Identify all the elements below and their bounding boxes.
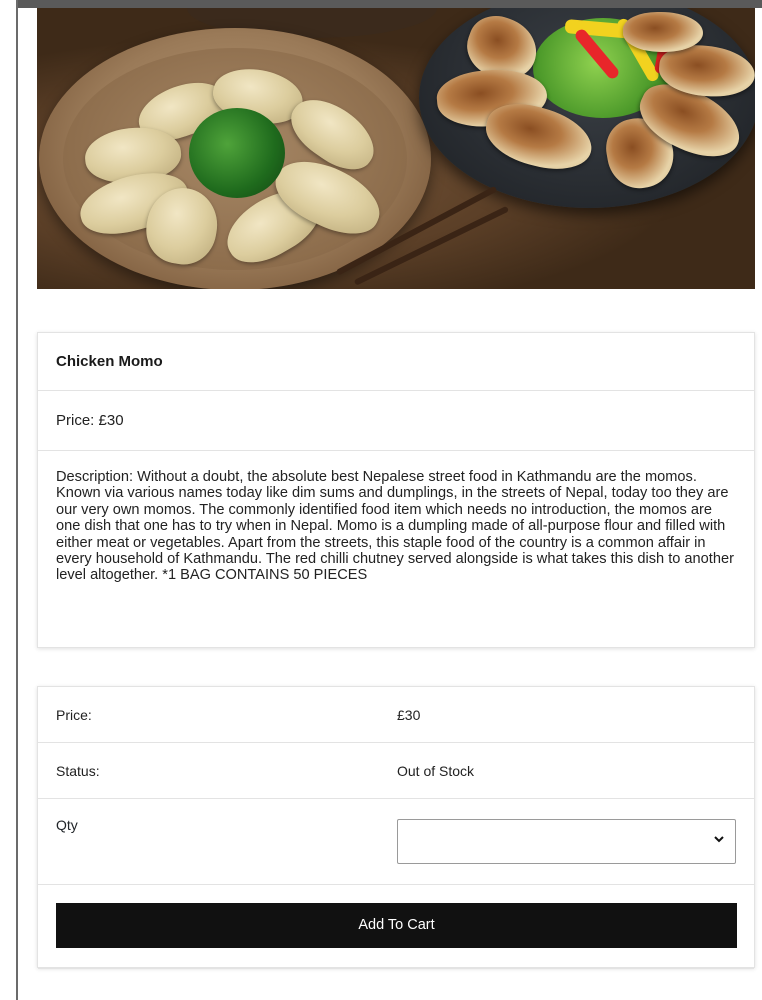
product-price-row: Price: £30: [38, 391, 754, 451]
product-description: Description: Without a doubt, the absolu…: [56, 469, 734, 584]
product-title: Chicken Momo: [56, 353, 163, 370]
cart-price-value: £30: [397, 707, 421, 723]
cart-status-label: Status:: [56, 763, 100, 779]
window-frame-top: [16, 0, 762, 8]
cart-status-row: Status: Out of Stock: [38, 743, 754, 799]
stock-status-value: Out of Stock: [397, 763, 475, 779]
qty-label: Qty: [56, 817, 78, 833]
product-title-row: Chicken Momo: [38, 333, 754, 391]
parsley-garnish: [189, 108, 285, 198]
add-to-cart-card: Price: £30 Status: Out of Stock Qty Add …: [37, 686, 755, 969]
cart-price-label: Price:: [56, 707, 92, 723]
add-to-cart-button[interactable]: Add To Cart: [56, 903, 737, 948]
product-description-row: Description: Without a doubt, the absolu…: [38, 451, 754, 584]
fried-dumpling: [623, 12, 703, 52]
cart-button-row: Add To Cart: [38, 885, 754, 969]
chevron-down-icon: [713, 832, 725, 848]
qty-select[interactable]: [397, 819, 736, 864]
product-price: Price: £30: [56, 412, 124, 429]
product-info-card: Chicken Momo Price: £30 Description: Wit…: [37, 332, 755, 648]
product-image: [37, 8, 755, 289]
cart-price-row: Price: £30: [38, 687, 754, 743]
window-frame-left: [16, 0, 18, 1000]
